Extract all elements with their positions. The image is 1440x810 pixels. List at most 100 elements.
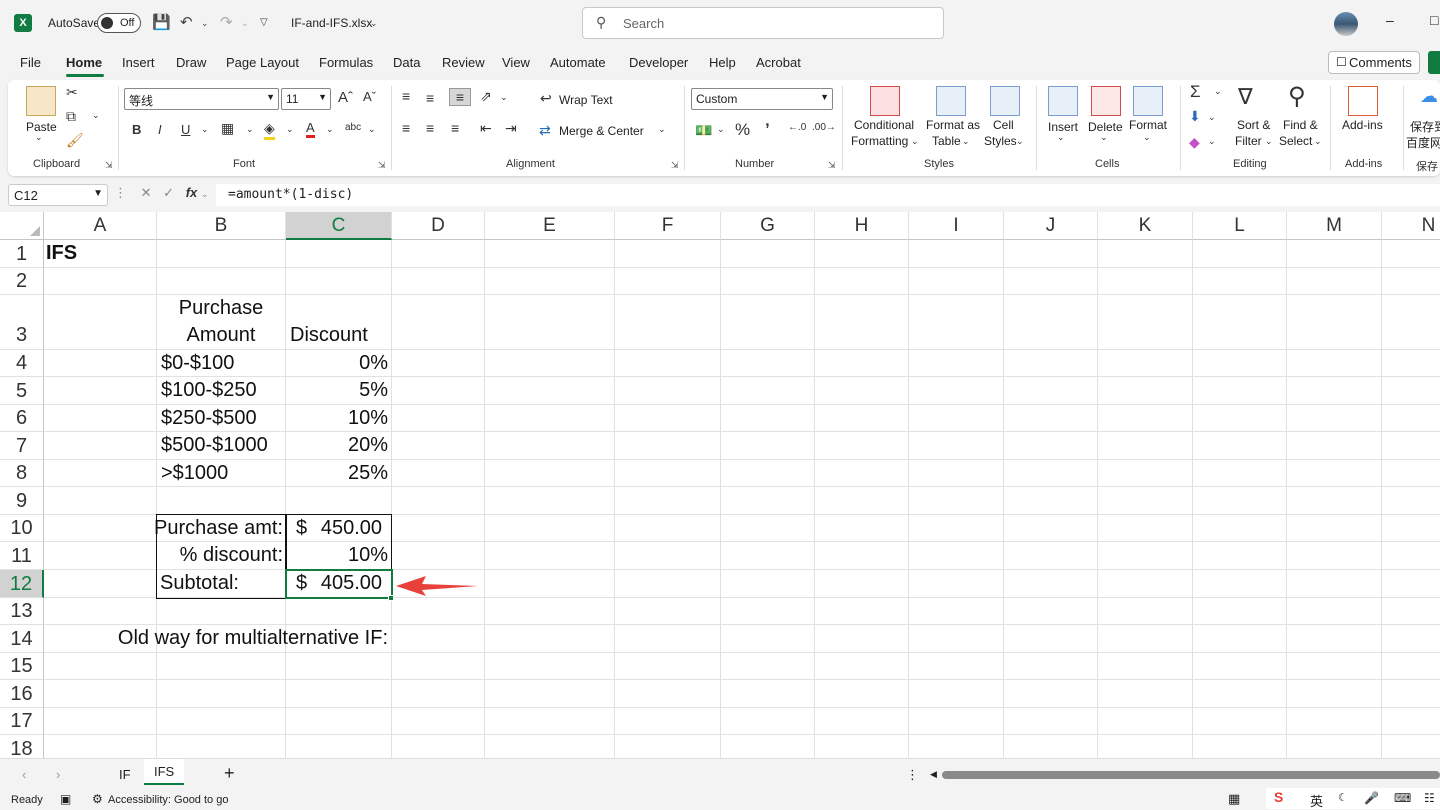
underline-icon[interactable]: U xyxy=(181,122,190,137)
delete-dropdown-icon[interactable]: ⌄ xyxy=(1100,132,1108,143)
undo-icon[interactable]: ↶ xyxy=(180,13,193,31)
merge-center-button[interactable]: Merge & Center xyxy=(559,124,644,138)
cell-c11[interactable]: 10% xyxy=(286,544,388,567)
avatar[interactable] xyxy=(1334,12,1358,36)
merge-dropdown-icon[interactable]: ⌄ xyxy=(658,124,666,135)
microphone-icon[interactable]: 🎤 xyxy=(1364,791,1379,805)
phonetic-dropdown-icon[interactable]: ⌄ xyxy=(368,124,376,135)
insert-cells-icon[interactable] xyxy=(1048,86,1078,116)
row-header-5[interactable]: 5 xyxy=(0,377,44,405)
cell-styles-icon[interactable] xyxy=(990,86,1020,116)
cell-c8[interactable]: 25% xyxy=(286,462,388,485)
cell-b14[interactable]: Old way for multialternative IF: xyxy=(46,627,388,650)
row-header-17[interactable]: 17 xyxy=(0,708,44,735)
tab-developer[interactable]: Developer xyxy=(629,55,688,70)
search-input[interactable]: ⚲ Search xyxy=(582,7,944,39)
row-header-15[interactable]: 15 xyxy=(0,653,44,680)
cell-c7[interactable]: 20% xyxy=(286,434,388,457)
cell-b12[interactable]: Subtotal: xyxy=(160,572,239,595)
sheet-options-icon[interactable]: ⋮ xyxy=(906,767,919,783)
restore-icon[interactable]: □ xyxy=(1430,12,1438,28)
column-header-k[interactable]: K xyxy=(1098,212,1193,240)
tab-review[interactable]: Review xyxy=(442,55,485,70)
minimize-icon[interactable]: – xyxy=(1386,12,1394,28)
column-header-d[interactable]: D xyxy=(392,212,485,240)
align-middle-icon[interactable]: ≡ xyxy=(426,90,434,106)
find-select-dropdown-icon[interactable]: ⌄ xyxy=(1314,136,1322,147)
customize-toolbar-icon[interactable]: ▽ xyxy=(260,17,268,28)
more-icon[interactable]: ⋮ xyxy=(114,185,127,200)
accounting-dropdown-icon[interactable]: ⌄ xyxy=(717,124,725,135)
redo-dropdown-icon[interactable]: ⌄ xyxy=(241,18,249,29)
column-header-f[interactable]: F xyxy=(615,212,721,240)
tab-help[interactable]: Help xyxy=(709,55,736,70)
align-center-icon[interactable]: ≡ xyxy=(426,120,434,136)
align-left-icon[interactable]: ≡ xyxy=(402,120,410,136)
cell-c6[interactable]: 10% xyxy=(286,407,388,430)
borders-dropdown-icon[interactable]: ⌄ xyxy=(246,124,254,135)
sort-filter-label-1[interactable]: Sort & xyxy=(1237,118,1270,132)
tab-view[interactable]: View xyxy=(502,55,530,70)
percent-style-icon[interactable]: % xyxy=(735,120,750,140)
add-ins-button[interactable]: Add-ins xyxy=(1342,118,1383,132)
horizontal-scrollbar[interactable] xyxy=(942,771,1440,779)
enter-icon[interactable]: ✓ xyxy=(163,185,174,200)
orientation-dropdown-icon[interactable]: ⌄ xyxy=(500,92,508,103)
normal-view-icon[interactable]: ▦ xyxy=(1228,791,1240,807)
tab-draw[interactable]: Draw xyxy=(176,55,206,70)
find-select-label-1[interactable]: Find & xyxy=(1283,118,1318,132)
autosum-dropdown-icon[interactable]: ⌄ xyxy=(1214,86,1222,97)
row-header-3[interactable]: 3 xyxy=(0,295,44,350)
copy-icon[interactable]: ⧉ xyxy=(66,108,76,125)
row-header-8[interactable]: 8 xyxy=(0,460,44,487)
font-launcher-icon[interactable]: ⇲ xyxy=(378,160,386,171)
column-header-e[interactable]: E xyxy=(485,212,615,240)
alignment-launcher-icon[interactable]: ⇲ xyxy=(671,160,679,171)
cell-c12[interactable]: 405.00 xyxy=(300,572,382,595)
cut-icon[interactable]: ✂ xyxy=(66,84,78,101)
add-ins-icon[interactable] xyxy=(1348,86,1378,116)
cell-b5[interactable]: $100-$250 xyxy=(161,379,257,402)
add-sheet-icon[interactable]: + xyxy=(224,763,235,784)
row-header-9[interactable]: 9 xyxy=(0,487,44,515)
tab-acrobat[interactable]: Acrobat xyxy=(756,55,801,70)
clear-dropdown-icon[interactable]: ⌄ xyxy=(1208,136,1216,147)
format-table-dropdown-icon[interactable]: ⌄ xyxy=(962,136,970,147)
cell-c3[interactable]: Discount xyxy=(290,324,368,347)
cell-b7[interactable]: $500-$1000 xyxy=(161,434,268,457)
insert-function-icon[interactable]: fx xyxy=(186,185,198,200)
save-baidu-label-2[interactable]: 百度网 xyxy=(1406,134,1440,151)
number-format-select[interactable]: Custom ▼ xyxy=(691,88,833,110)
cell-styles-dropdown-icon[interactable]: ⌄ xyxy=(1016,136,1024,147)
tab-file[interactable]: File xyxy=(20,55,41,70)
share-button[interactable] xyxy=(1428,51,1440,74)
cell-a1[interactable]: IFS xyxy=(46,242,77,265)
tab-automate[interactable]: Automate xyxy=(550,55,606,70)
align-right-icon[interactable]: ≡ xyxy=(451,120,459,136)
underline-dropdown-icon[interactable]: ⌄ xyxy=(201,124,209,135)
cancel-icon[interactable]: ✕ xyxy=(141,185,152,200)
row-header-7[interactable]: 7 xyxy=(0,432,44,460)
autosum-icon[interactable]: Σ xyxy=(1190,82,1201,102)
decrease-indent-icon[interactable]: ⇤ xyxy=(480,120,492,137)
column-header-h[interactable]: H xyxy=(815,212,909,240)
row-header-6[interactable]: 6 xyxy=(0,405,44,432)
sheet-tab-ifs-active[interactable]: IFS xyxy=(144,759,184,785)
spreadsheet-grid[interactable]: A B C D E F G H I J K L M N 1 2 3 4 5 6 … xyxy=(0,212,1440,758)
font-color-icon[interactable]: A xyxy=(306,120,315,138)
fill-dropdown-icon[interactable]: ⌄ xyxy=(1208,112,1216,123)
font-name-select[interactable]: 等线 ▼ xyxy=(124,88,279,110)
keyboard-icon[interactable]: ⌨ xyxy=(1394,791,1411,805)
conditional-dropdown-icon[interactable]: ⌄ xyxy=(911,136,919,147)
row-header-2[interactable]: 2 xyxy=(0,268,44,295)
moon-icon[interactable]: ☾ xyxy=(1338,791,1348,804)
baidu-netdisk-icon[interactable]: ☁ xyxy=(1420,86,1438,107)
cell-b6[interactable]: $250-$500 xyxy=(161,407,257,430)
format-painter-icon[interactable]: 🖌 xyxy=(66,132,84,149)
align-bottom-icon[interactable]: ≡ xyxy=(449,88,471,106)
column-header-n[interactable]: N xyxy=(1382,212,1440,240)
sort-filter-icon[interactable]: ∇ xyxy=(1238,84,1253,110)
select-all-corner[interactable] xyxy=(0,212,44,240)
row-header-16[interactable]: 16 xyxy=(0,680,44,708)
cell-b8[interactable]: >$1000 xyxy=(161,462,228,485)
